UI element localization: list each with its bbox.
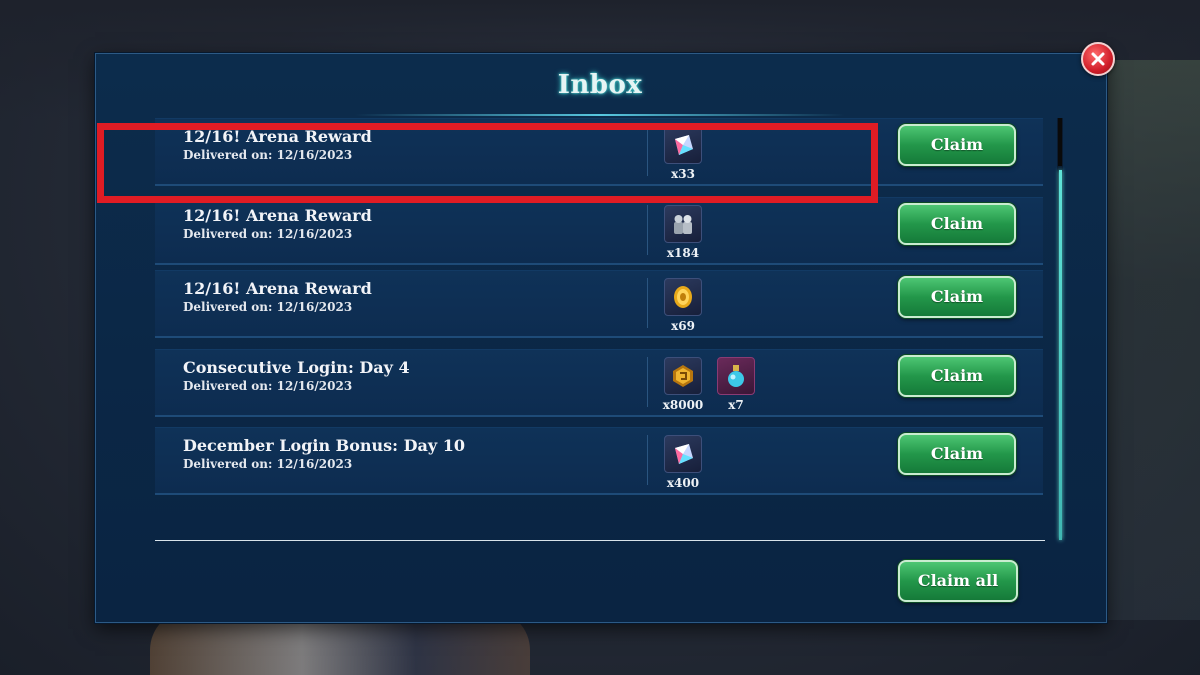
footer-divider (155, 540, 1045, 541)
mail-date: Delivered on: 12/16/2023 (183, 300, 353, 314)
armor-pieces-icon (664, 205, 702, 243)
claim-button[interactable]: Claim (898, 276, 1016, 318)
claim-all-button[interactable]: Claim all (898, 560, 1018, 602)
reward-item: x8000 (663, 357, 703, 412)
mail-divider (647, 278, 648, 328)
scrollbar-thumb[interactable] (1058, 118, 1062, 166)
mail-item: 12/16! Arena Reward Delivered on: 12/16/… (155, 270, 1043, 338)
mail-date: Delivered on: 12/16/2023 (183, 227, 353, 241)
reward-count: x8000 (662, 398, 704, 412)
mail-title: 12/16! Arena Reward (183, 279, 372, 298)
claim-button[interactable]: Claim (898, 355, 1016, 397)
scrollbar-glow (1059, 170, 1062, 540)
mail-divider (647, 435, 648, 485)
reward-item: x400 (663, 435, 703, 490)
mail-item: Consecutive Login: Day 4 Delivered on: 1… (155, 349, 1043, 417)
mail-title: 12/16! Arena Reward (183, 206, 372, 225)
mail-divider (647, 357, 648, 407)
claim-button[interactable]: Claim (898, 203, 1016, 245)
claim-button[interactable]: Claim (898, 433, 1016, 475)
reward-item: x69 (663, 278, 703, 333)
claim-button[interactable]: Claim (898, 124, 1016, 166)
reward-item: x7 (716, 357, 756, 412)
title-divider (355, 114, 845, 116)
mail-date: Delivered on: 12/16/2023 (183, 457, 353, 471)
mail-title: December Login Bonus: Day 10 (183, 436, 465, 455)
gold-coin-icon (664, 278, 702, 316)
close-icon (1091, 52, 1105, 66)
potion-icon (717, 357, 755, 395)
close-button[interactable] (1081, 42, 1115, 76)
reward-item: x184 (663, 205, 703, 260)
inbox-title: Inbox (557, 70, 643, 100)
reward-count: x7 (728, 398, 744, 412)
highlight-box (97, 123, 878, 203)
mail-item: December Login Bonus: Day 10 Delivered o… (155, 427, 1043, 495)
mail-item: 12/16! Arena Reward Delivered on: 12/16/… (155, 197, 1043, 265)
mail-divider (647, 205, 648, 255)
crystal-icon (664, 435, 702, 473)
reward-count: x69 (671, 319, 695, 333)
mail-title: Consecutive Login: Day 4 (183, 358, 410, 377)
reward-count: x400 (666, 476, 700, 490)
reward-count: x184 (666, 246, 700, 260)
gold-emblem-icon (664, 357, 702, 395)
mail-date: Delivered on: 12/16/2023 (183, 379, 353, 393)
